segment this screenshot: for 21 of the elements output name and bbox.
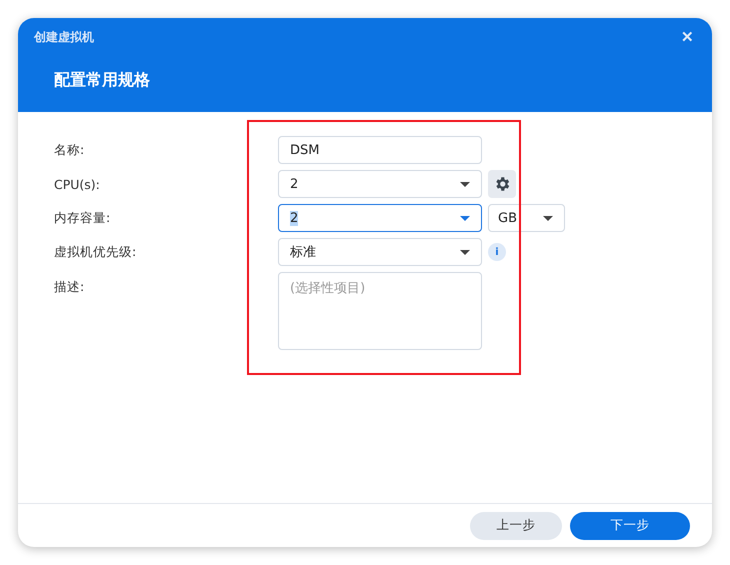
unit-dropdown[interactable]: GB [488,204,565,232]
dropdown-field[interactable]: 2 [278,204,482,232]
field-label: 虚拟机优先级: [54,244,138,260]
field-label: 内存容量: [54,210,112,226]
back-button[interactable]: 上一步 [470,512,562,540]
caret-icon [460,182,470,186]
caret-icon [460,250,470,254]
info-icon[interactable]: i [488,243,506,261]
field-label: 描述: [54,279,86,296]
caret-icon [543,216,553,220]
dropdown-field[interactable]: 标准 [278,238,482,266]
close-button[interactable]: ✕ [681,28,694,46]
input-field[interactable]: DSM [278,136,482,164]
caret-icon [460,216,470,220]
next-button[interactable]: 下一步 [570,512,690,540]
settings-button[interactable] [488,170,516,198]
window-title: 创建虚拟机 [34,28,94,46]
page-heading: 配置常用规格 [54,70,151,91]
field-label: CPU(s): [54,176,101,192]
dropdown-field[interactable]: 2 [278,170,482,198]
field-label: 名称: [54,142,86,158]
